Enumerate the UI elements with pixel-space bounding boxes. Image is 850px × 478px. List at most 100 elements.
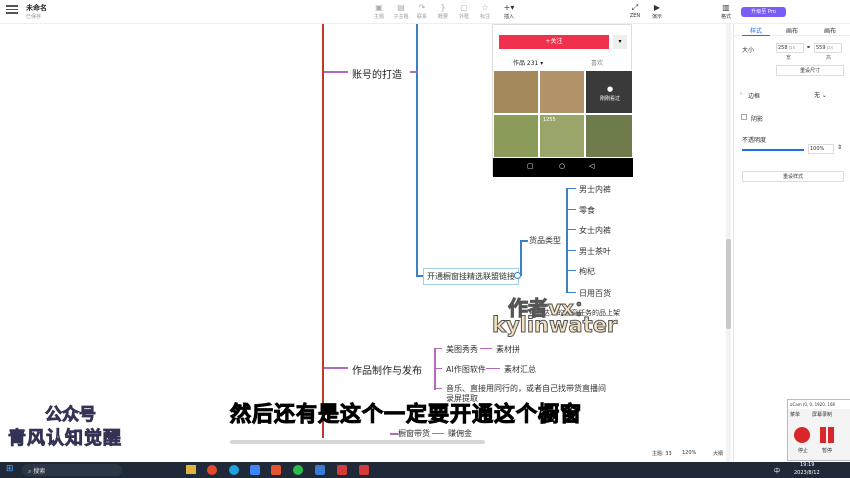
- works-leaf[interactable]: 素材拼: [496, 344, 520, 355]
- showcase-node[interactable]: 开通橱窗挂精选联盟链接: [423, 268, 519, 285]
- account-node[interactable]: 账号的打造: [352, 66, 402, 81]
- doc-title[interactable]: 未命名: [26, 3, 47, 13]
- horizontal-scrollbar[interactable]: [230, 440, 485, 444]
- vertical-scrollbar[interactable]: [726, 24, 731, 462]
- chevron-right-icon[interactable]: ›: [740, 91, 742, 97]
- commission-node[interactable]: 赚佣金: [448, 428, 472, 439]
- toolbar-format[interactable]: ▥ 格式: [715, 3, 737, 20]
- mindmap-canvas[interactable]: 账号的打造 +关注 ▾ 作品 231 ▾ 喜欢 ● 刚刚看过 1255 ▢ ○ …: [0, 24, 732, 462]
- likes-tab: 喜欢: [591, 60, 604, 67]
- goods-item[interactable]: 枸杞: [579, 266, 595, 277]
- callout-icon: ☆: [481, 3, 489, 12]
- video-thumb: [539, 70, 585, 114]
- topic-icon: ▣: [375, 3, 383, 12]
- connector: [324, 71, 348, 73]
- follow-button: +关注: [499, 35, 609, 49]
- stop-icon[interactable]: [794, 427, 810, 443]
- opacity-slider[interactable]: [742, 149, 804, 151]
- pause-icon-bar: [820, 427, 826, 443]
- toolbar-zen[interactable]: ⤢ ZEN: [624, 3, 646, 19]
- clock-date[interactable]: 2023/8/12: [794, 470, 820, 476]
- windows-start-icon[interactable]: ⊞: [6, 465, 15, 474]
- goods-type-node[interactable]: 货品类型: [529, 235, 561, 246]
- xmind-icon[interactable]: [271, 465, 281, 475]
- reset-style-button[interactable]: 重设样式: [742, 171, 844, 182]
- toolbar-relation[interactable]: ↷ 联系: [411, 3, 433, 20]
- wechat-icon[interactable]: [293, 465, 303, 475]
- taskbar-search[interactable]: ⌕ 搜索: [22, 464, 122, 476]
- branch-line: [416, 24, 418, 276]
- stepper-icon[interactable]: ⇕: [837, 144, 842, 151]
- upgrade-button[interactable]: 升级至 Pro: [741, 7, 786, 17]
- width-field[interactable]: 258 px: [776, 43, 804, 53]
- toolbar-boundary[interactable]: ▢ 外框: [453, 3, 475, 20]
- format-icon: ▥: [722, 3, 730, 12]
- reset-size-button[interactable]: 重设尺寸: [776, 65, 844, 76]
- toolbar-callout[interactable]: ☆ 标注: [474, 3, 496, 20]
- border-label: 边框: [748, 93, 761, 100]
- toolbar-subtopic[interactable]: ▤ 子主题: [390, 3, 412, 20]
- tab-style[interactable]: 样式: [742, 26, 770, 36]
- height-field[interactable]: 559 px: [814, 43, 842, 53]
- view-count: 1255: [543, 117, 556, 123]
- goods-item[interactable]: 男士内裤: [579, 184, 611, 195]
- android-nav-bar: ▢ ○ ◁: [493, 158, 633, 177]
- toolbar-present[interactable]: ▶ 演示: [646, 3, 668, 20]
- file-explorer-icon[interactable]: [186, 465, 196, 474]
- tab-canvas-2[interactable]: 画布: [818, 26, 842, 35]
- video-thumb: [493, 70, 539, 114]
- goods-item[interactable]: 女士内裤: [579, 225, 611, 236]
- goods-item[interactable]: 男士茶叶: [579, 246, 611, 257]
- app-icon[interactable]: [359, 465, 369, 475]
- height-caption: 高: [826, 55, 832, 61]
- connector: [566, 188, 568, 292]
- clock-time[interactable]: 19:19: [800, 462, 814, 468]
- tab-canvas[interactable]: 画布: [780, 26, 804, 35]
- zoom-level[interactable]: 120%: [682, 450, 696, 456]
- toolbar-topic[interactable]: ▣ 主题: [368, 3, 390, 20]
- shadow-label: 阴影: [751, 116, 764, 123]
- search-icon: ⌕: [28, 468, 32, 475]
- windows-taskbar: ⊞ ⌕ 搜索 中 19:19 2023/8/12: [0, 462, 850, 478]
- ime-indicator[interactable]: 中: [774, 466, 780, 475]
- ocam-window[interactable]: oCam (0, 0, 1920, 108 菜单 屏幕录制 停止 暂停: [787, 399, 850, 461]
- back-icon: ◁: [589, 162, 595, 170]
- menu-icon[interactable]: [6, 5, 18, 15]
- phone-screenshot[interactable]: +关注 ▾ 作品 231 ▾ 喜欢 ● 刚刚看过 1255 ▢ ○ ◁: [492, 24, 633, 177]
- connector: [520, 240, 522, 276]
- present-icon: ▶: [653, 3, 661, 12]
- works-child[interactable]: 美图秀秀: [446, 344, 478, 355]
- link-icon[interactable]: ⚭: [806, 44, 811, 51]
- connector: [566, 188, 576, 190]
- app-icon[interactable]: [250, 465, 260, 475]
- plus-icon: +▾: [503, 3, 515, 12]
- ocam-pause-label: 暂停: [822, 448, 833, 454]
- app-icon[interactable]: [315, 465, 325, 475]
- shadow-checkbox[interactable]: [741, 114, 747, 120]
- video-thumb: [493, 114, 539, 158]
- ocam-record-tab[interactable]: 屏幕录制: [812, 411, 848, 418]
- chrome-icon[interactable]: [207, 465, 217, 475]
- border-select[interactable]: 无 ⌄: [814, 90, 842, 100]
- ocam-title: oCam (0, 0, 1920, 108: [788, 400, 850, 409]
- dropdown-icon: ▾: [613, 35, 627, 49]
- works-child[interactable]: AI作图软件: [446, 364, 486, 375]
- connector: [566, 270, 576, 272]
- connector: [434, 388, 442, 390]
- works-node[interactable]: 作品制作与发布: [352, 362, 422, 377]
- goods-item[interactable]: 零食: [579, 205, 595, 216]
- connector: [566, 229, 576, 231]
- app-icon[interactable]: [337, 465, 347, 475]
- connector: [566, 250, 576, 252]
- outline-toggle[interactable]: 大纲: [713, 450, 723, 457]
- video-thumb: [585, 114, 633, 158]
- toolbar-summary[interactable]: } 概要: [432, 3, 454, 20]
- works-leaf[interactable]: 素材汇总: [504, 364, 536, 375]
- ocam-menu[interactable]: 菜单: [790, 411, 814, 418]
- size-label: 大小: [742, 47, 755, 54]
- edge-icon[interactable]: [229, 465, 239, 475]
- toolbar-insert[interactable]: +▾ 插入: [498, 3, 520, 20]
- showcase-sale-node[interactable]: 橱窗带货: [398, 428, 430, 439]
- scroll-thumb[interactable]: [726, 239, 731, 329]
- opacity-field[interactable]: 100%: [808, 144, 834, 154]
